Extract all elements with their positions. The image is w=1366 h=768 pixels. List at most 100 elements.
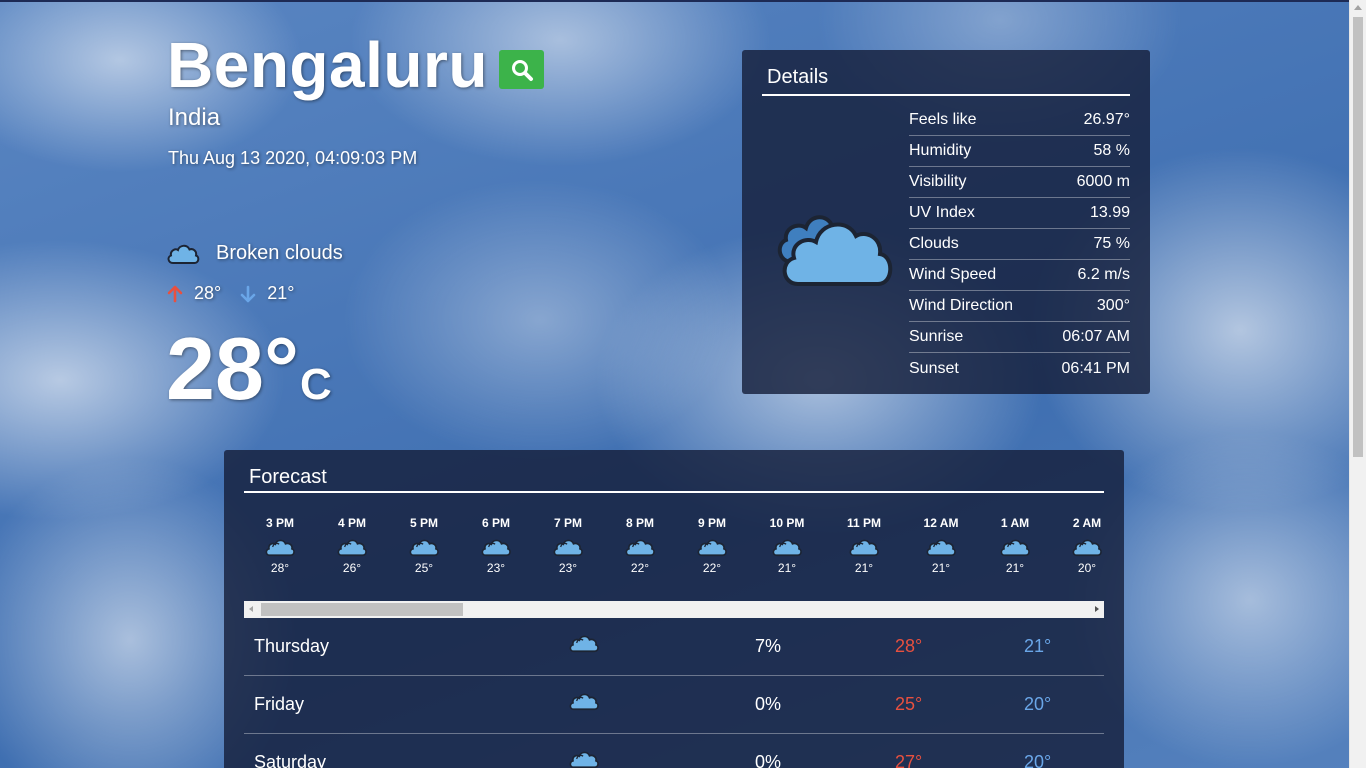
- arrow-up-icon: [167, 285, 183, 302]
- cloud-icon: [167, 244, 200, 264]
- hourly-scrollbar[interactable]: [244, 601, 1104, 618]
- day-precip: 0%: [755, 752, 782, 768]
- hour-icon: [250, 534, 310, 560]
- hour-temp: 23°: [486, 561, 506, 575]
- day-low: 20°: [1024, 694, 1052, 714]
- hour-icon: [757, 534, 817, 560]
- day-high: 27°: [895, 752, 923, 768]
- detail-label: Visibility: [909, 173, 967, 190]
- day-low: 21°: [1024, 636, 1052, 656]
- scrollbar-thumb[interactable]: [261, 603, 463, 616]
- hour-label: 12 AM: [923, 516, 959, 530]
- cloud-icon: [697, 539, 727, 557]
- hour-temp: 23°: [558, 561, 578, 575]
- detail-label: Wind Speed: [909, 266, 997, 283]
- day-precip: 7%: [755, 636, 782, 656]
- current-condition: Broken clouds: [166, 240, 343, 266]
- details-title: Details: [767, 66, 829, 88]
- detail-label: Sunset: [909, 359, 959, 377]
- detail-label: Humidity: [909, 142, 972, 159]
- day-high: 25°: [895, 694, 923, 714]
- city-name: Bengaluru: [167, 29, 488, 101]
- detail-row: Visibility 6000 m: [909, 167, 1130, 198]
- hourly-item: 2 AM 20°: [1057, 516, 1104, 575]
- day-icon: [568, 690, 600, 717]
- country-name: India: [168, 104, 221, 131]
- cloud-icon: [569, 635, 599, 653]
- day-icon: [568, 748, 600, 768]
- scroll-left-icon[interactable]: [249, 606, 253, 612]
- hour-temp: 20°: [1077, 561, 1097, 575]
- hour-label: 8 PM: [625, 516, 654, 530]
- hourly-item: 1 AM 21°: [985, 516, 1045, 575]
- cloud-icon: [569, 693, 599, 711]
- day-low: 20°: [1024, 752, 1052, 768]
- hour-icon: [682, 534, 742, 560]
- detail-row: UV Index 13.99: [909, 198, 1130, 229]
- detail-value: 6.2 m/s: [1077, 266, 1130, 283]
- day-name: Thursday: [254, 636, 330, 656]
- hour-icon: [985, 534, 1045, 560]
- cloud-icon: [926, 539, 956, 557]
- hourly-item: 4 PM 26°: [322, 516, 382, 575]
- hour-label: 3 PM: [265, 516, 294, 530]
- hour-temp: 21°: [931, 561, 951, 575]
- hourly-forecast[interactable]: 3 PM 28° 4 PM 26° 5 PM 25° 6 PM 23° 7 PM 23° 8 PM 2…: [244, 516, 1104, 586]
- hour-label: 1 AM: [1000, 516, 1030, 530]
- top-border: [0, 0, 1349, 2]
- hourly-item: 12 AM 21°: [911, 516, 971, 575]
- detail-value: 300°: [1096, 297, 1130, 314]
- detail-row: Wind Direction 300°: [909, 291, 1130, 322]
- forecast-panel: Forecast 3 PM 28° 4 PM 26° 5 PM 25° 6 PM 23° 7 P…: [224, 450, 1124, 768]
- detail-value: 58 %: [1093, 142, 1130, 159]
- cloud-icon: [777, 215, 893, 286]
- detail-row: Clouds 75 %: [909, 229, 1130, 260]
- cloud-icon: [1072, 539, 1102, 557]
- hour-icon: [538, 534, 598, 560]
- day-icon: [568, 632, 600, 659]
- current-datetime: Thu Aug 13 2020, 04:09:03 PM: [168, 148, 418, 168]
- detail-row: Sunset 06:41 PM: [909, 353, 1130, 384]
- detail-value: 6000 m: [1076, 173, 1130, 190]
- detail-value: 06:07 AM: [1062, 328, 1130, 345]
- hour-icon: [911, 534, 971, 560]
- hour-temp: 28°: [270, 561, 290, 575]
- search-button[interactable]: [499, 50, 544, 89]
- detail-value: 06:41 PM: [1061, 359, 1130, 377]
- hour-icon: [394, 534, 454, 560]
- scroll-up-icon[interactable]: [1354, 5, 1362, 10]
- hour-temp: 22°: [630, 561, 650, 575]
- detail-label: Feels like: [909, 111, 977, 128]
- hour-label: 5 PM: [409, 516, 438, 530]
- cloud-icon: [772, 539, 802, 557]
- hour-temp: 26°: [342, 561, 362, 575]
- detail-label: Wind Direction: [909, 297, 1014, 314]
- cloud-icon: [481, 539, 511, 557]
- hour-label: 4 PM: [337, 516, 366, 530]
- daily-row: Saturday 0% 27° 20°: [244, 734, 1104, 768]
- hour-temp: 25°: [414, 561, 434, 575]
- cloud-icon: [409, 539, 439, 557]
- daily-forecast: Thursday 7% 28° 21° Friday 0% 25° 20° Saturday 0%…: [244, 618, 1104, 768]
- cloud-icon: [1000, 539, 1030, 557]
- hour-label: 2 AM: [1072, 516, 1102, 530]
- hour-temp: 21°: [854, 561, 874, 575]
- day-name: Friday: [254, 694, 305, 714]
- page-scrollbar[interactable]: [1349, 0, 1366, 768]
- current-temperature: 28°: [166, 319, 300, 418]
- daily-row: Thursday 7% 28° 21°: [244, 618, 1104, 676]
- scroll-right-icon[interactable]: [1095, 606, 1099, 612]
- cloud-icon: [265, 539, 295, 557]
- hour-temp: 22°: [702, 561, 722, 575]
- forecast-title: Forecast: [249, 466, 327, 488]
- hour-icon: [610, 534, 670, 560]
- detail-value: 75 %: [1093, 235, 1130, 252]
- current-low: 21°: [267, 283, 295, 303]
- scrollbar-thumb[interactable]: [1353, 17, 1363, 457]
- cloud-icon: [625, 539, 655, 557]
- detail-label: Sunrise: [909, 328, 964, 345]
- hourly-item: 10 PM 21°: [757, 516, 817, 575]
- hour-icon: [466, 534, 526, 560]
- hour-label: 6 PM: [481, 516, 510, 530]
- day-precip: 0%: [755, 694, 782, 714]
